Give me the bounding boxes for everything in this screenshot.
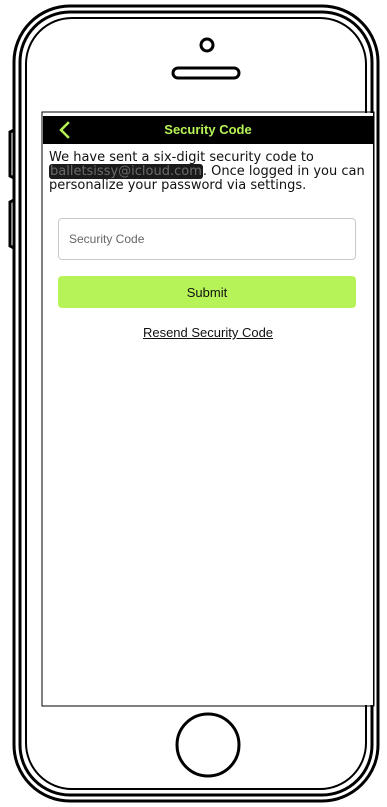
redacted-email: balletsissy@icloud.com (49, 164, 203, 179)
speaker-icon (171, 66, 241, 80)
security-code-input[interactable] (58, 218, 356, 260)
resend-security-code-link[interactable]: Resend Security Code (43, 325, 373, 340)
submit-button[interactable]: Submit (58, 276, 356, 308)
chevron-left-icon (59, 121, 70, 139)
instruction-message: We have sent a six-digit security code t… (49, 151, 371, 193)
message-text-start: We have sent a six-digit security code t… (49, 150, 314, 165)
camera-icon (199, 37, 215, 53)
page-title: Security Code (164, 122, 252, 137)
home-button-icon (175, 712, 241, 778)
app-screen: Security Code We have sent a six-digit s… (43, 113, 373, 705)
back-button[interactable] (53, 118, 77, 142)
nav-bar: Security Code (43, 116, 373, 144)
home-button[interactable] (175, 712, 241, 778)
